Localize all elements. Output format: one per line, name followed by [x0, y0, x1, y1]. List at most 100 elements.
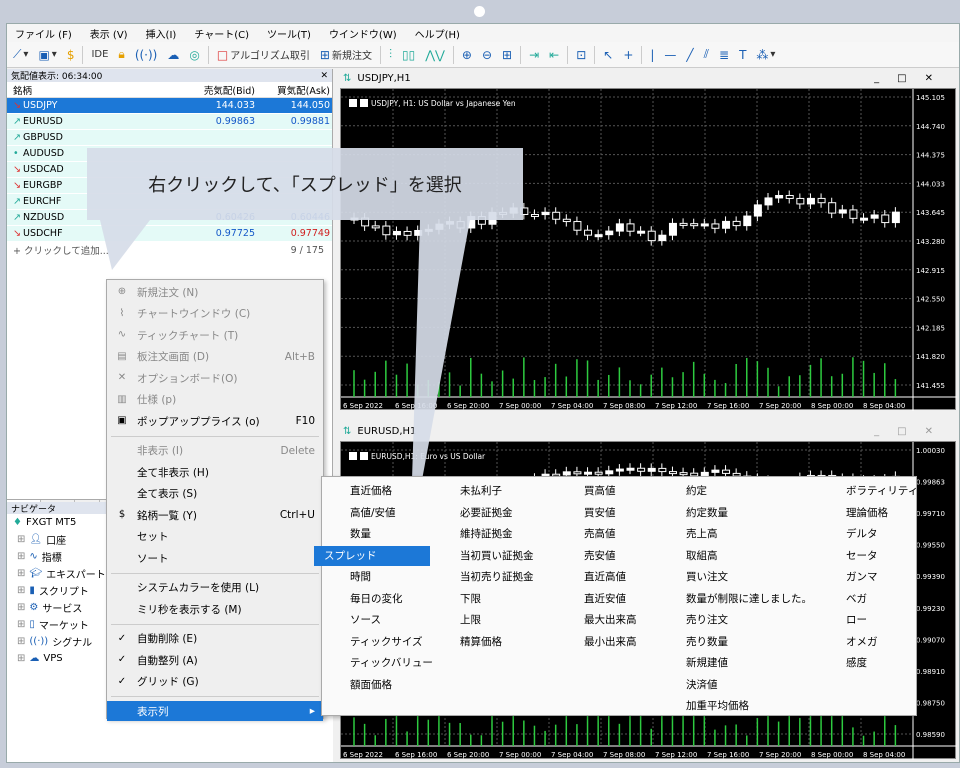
submenu-item[interactable]: 買い注文 [686, 567, 728, 587]
menu-item-label: チャートウインドウ (C) [137, 308, 251, 320]
submenu-item[interactable]: 売安値 [584, 546, 616, 566]
submenu-item[interactable]: 必要証拠金 [460, 503, 513, 523]
submenu-item[interactable]: ティックサイズ [350, 632, 423, 652]
context-menu-item[interactable]: ▣ ポップアッププライス (o) F10 [107, 411, 323, 431]
context-menu-item[interactable]: システムカラーを使用 (L) [107, 578, 323, 598]
submenu-item[interactable]: 上限 [460, 610, 481, 630]
submenu-item[interactable]: ガンマ [846, 567, 878, 587]
columns-submenu: 直近価格 高値/安値 数量 スプレッド 時間 毎日の変化 ソース ティックサイズ ティックバリュ… [314, 476, 918, 716]
menu-item-label: 表示列 [137, 705, 169, 718]
context-menu-item[interactable]: ✓ グリッド (G) [107, 672, 323, 692]
menu-separator [111, 572, 319, 574]
submenu-item[interactable]: 買安値 [584, 503, 616, 523]
submenu-item[interactable]: 売高値 [584, 524, 616, 544]
menu-item-icon: ⌇ [119, 307, 125, 319]
submenu-arrow-icon: ▸ [309, 705, 315, 717]
menu-item-label: システムカラーを使用 (L) [137, 582, 260, 594]
submenu-item[interactable]: 維持証拠金 [460, 524, 513, 544]
submenu-item[interactable]: オメガ [846, 632, 878, 652]
submenu-item-spread[interactable]: スプレッド [314, 545, 430, 566]
context-menu: ⊕ 新規注文 (N) ⌇ チャートウインドウ (C) ∿ ティックチャート (T) ▤ 板注文… [106, 279, 324, 721]
submenu-item[interactable]: 取組高 [686, 546, 718, 566]
menu-separator [111, 623, 319, 625]
submenu-item[interactable]: 直近価格 [350, 481, 392, 501]
submenu-item[interactable]: 売り注文 [686, 610, 728, 630]
context-menu-item[interactable]: $ 銘柄一覧 (Y) Ctrl+U [107, 505, 323, 525]
submenu-item[interactable]: 最大出来高 [584, 610, 637, 630]
shortcut-label: Delete [280, 444, 316, 457]
menu-item-label: ソート [137, 552, 169, 565]
submenu-item[interactable]: 買高値 [584, 481, 616, 501]
submenu-item[interactable]: 時間 [350, 567, 371, 587]
menu-item-label: 全て表示 (S) [137, 488, 198, 500]
submenu-item[interactable]: 約定 [686, 481, 707, 501]
submenu-item[interactable]: 毎日の変化 [350, 589, 403, 609]
checkmark-icon: ✓ [117, 654, 127, 665]
menu-item-label: セット [137, 531, 169, 543]
submenu-item[interactable]: 額面価格 [350, 675, 392, 695]
menu-item-icon: ▤ [117, 350, 127, 362]
checkmark-icon: ✓ [117, 675, 127, 687]
context-menu-item[interactable]: ▤ 板注文画面 (D) Alt+B [107, 347, 323, 367]
submenu-item[interactable]: 売上高 [686, 524, 718, 544]
menu-item-icon: ⊕ [117, 286, 127, 297]
shortcut-label: Ctrl+U [279, 509, 315, 521]
checkmark-icon: ✓ [117, 632, 127, 644]
submenu-item[interactable]: 売り数量 [686, 632, 728, 652]
context-menu-item[interactable]: 全て非表示 (H) [107, 462, 323, 482]
menu-item-icon: ▥ [117, 393, 127, 405]
submenu-item[interactable]: 加重平均価格 [686, 696, 749, 716]
submenu-item[interactable]: 直近高値 [584, 567, 626, 587]
submenu-item[interactable]: 数量が制限に達しました。 [686, 589, 812, 609]
shortcut-label: Alt+B [284, 350, 315, 363]
submenu-item[interactable]: 当初買い証拠金 [460, 546, 534, 566]
submenu-item[interactable]: 高値/安値 [350, 503, 396, 523]
menu-item-label: 板注文画面 (D) [137, 351, 210, 363]
context-menu-item[interactable]: ✕ オプションボード(O) [107, 368, 323, 388]
submenu-item[interactable]: 決済値 [686, 675, 718, 695]
menu-item-label: ティックチャート (T) [137, 329, 239, 342]
submenu-item[interactable]: 数量 [350, 524, 371, 544]
submenu-item[interactable]: ティックバリュー [350, 653, 433, 673]
submenu-item[interactable]: 精算価格 [460, 632, 502, 652]
context-menu-item[interactable]: 非表示 (I) Delete [107, 441, 323, 461]
submenu-item[interactable]: セータ [846, 546, 878, 566]
context-menu-item[interactable]: ∿ ティックチャート (T) [107, 325, 323, 345]
submenu-item[interactable]: 理論価格 [846, 503, 888, 523]
submenu-item[interactable]: ボラティリティ [846, 481, 918, 501]
submenu-item[interactable]: 当初売り証拠金 [460, 567, 534, 587]
menu-item-icon: ✕ [117, 372, 127, 383]
shortcut-label: F10 [295, 415, 315, 427]
submenu-item[interactable]: 未払利子 [460, 481, 502, 501]
submenu-item[interactable]: 感度 [846, 653, 867, 673]
submenu-item[interactable]: 直近安値 [584, 589, 626, 609]
submenu-item[interactable]: デルタ [846, 524, 878, 544]
context-menu-item[interactable]: ミリ秒を表示する (M) [107, 599, 323, 619]
submenu-item[interactable]: ソース [350, 610, 381, 630]
menu-separator [111, 696, 319, 697]
menu-item-label: ミリ秒を表示する (M) [137, 603, 242, 616]
submenu-item[interactable]: ベガ [846, 589, 867, 609]
menu-separator [111, 435, 319, 437]
context-menu-item[interactable]: 全て表示 (S) [107, 484, 323, 504]
context-menu-item[interactable]: ⌇ チャートウインドウ (C) [107, 304, 323, 324]
context-menu-item[interactable]: セット [107, 527, 323, 547]
context-menu-item[interactable]: ✓ 自動整列 (A) [107, 650, 323, 670]
submenu-item[interactable]: 最小出来高 [584, 632, 637, 652]
submenu-item[interactable]: ロー [846, 610, 867, 630]
menu-item-label: オプションボード(O) [137, 372, 238, 385]
context-menu-item[interactable]: ✓ 自動削除 (E) [107, 629, 323, 649]
context-menu-item[interactable]: ▥ 仕様 (p) [107, 390, 323, 410]
context-menu-item[interactable]: ソート [107, 548, 323, 568]
menu-item-icon: $ [118, 509, 126, 520]
menu-item-label: 新規注文 (N) [137, 286, 199, 299]
context-menu-item[interactable]: ⊕ 新規注文 (N) [107, 282, 323, 302]
context-menu-item[interactable]: 表示列 ▸ [107, 701, 323, 721]
menu-item-label: 非表示 (I) [137, 445, 184, 457]
submenu-item[interactable]: 下限 [460, 589, 481, 609]
submenu-item[interactable]: 新規建値 [686, 653, 728, 673]
menu-item-icon: ▣ [117, 415, 127, 426]
menu-item-icon: ∿ [117, 329, 127, 340]
submenu-item[interactable]: 約定数量 [686, 503, 728, 523]
callout-pointer-left [100, 220, 150, 270]
